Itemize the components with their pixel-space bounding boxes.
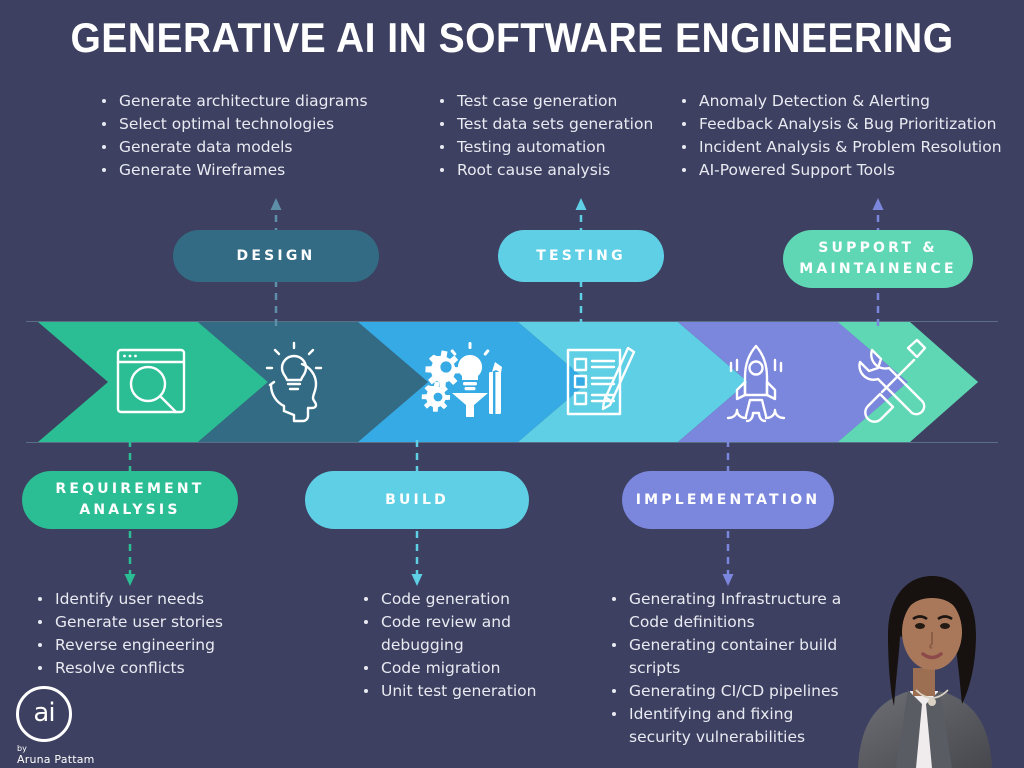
list-item-label: Reverse engineering (55, 636, 215, 654)
list-item: Code review and debugging (360, 611, 570, 657)
logo-ring-icon: ai (16, 686, 72, 742)
list-item-label: Test case generation (457, 92, 618, 110)
process-chevron-band (0, 320, 1024, 444)
list-item: AI-Powered Support Tools (678, 159, 1018, 182)
list-item: Resolve conflicts (34, 657, 284, 680)
list-item: Select optimal technologies (98, 113, 418, 136)
logo-author-name: Aruna Pattam (17, 753, 95, 766)
list-item: Generate Wireframes (98, 159, 418, 182)
list-item: Feedback Analysis & Bug Prioritization (678, 113, 1018, 136)
list-item-label: Generating container build scripts (629, 636, 838, 677)
list-item-label: Identify user needs (55, 590, 204, 608)
list-item: Identify user needs (34, 588, 284, 611)
list-item: Anomaly Detection & Alerting (678, 90, 1018, 113)
author-portrait-photo (840, 560, 1024, 768)
list-item-label: Generating Infrastructure as Code defini… (629, 590, 850, 631)
stage-pill-support[interactable]: SUPPORT & MAINTAINENCE (783, 230, 973, 288)
list-item: Generate user stories (34, 611, 284, 634)
list-item-label: Code migration (381, 659, 501, 677)
list-item-label: Generate user stories (55, 613, 223, 631)
stage-pill-design[interactable]: DESIGN (173, 230, 379, 282)
stage-pill-implementation[interactable]: IMPLEMENTATION (622, 471, 834, 529)
list-support-capabilities: Anomaly Detection & Alerting Feedback An… (678, 90, 1018, 182)
brand-logo: ai by Aruna Pattam (12, 686, 112, 766)
list-item: Test case generation (436, 90, 676, 113)
list-requirement-capabilities: Identify user needs Generate user storie… (34, 588, 284, 680)
list-item-label: Testing automation (457, 138, 606, 156)
list-build-capabilities: Code generation Code review and debuggin… (360, 588, 570, 703)
list-item: Unit test generation (360, 680, 570, 703)
list-item: Test data sets generation (436, 113, 676, 136)
list-item-label: Code review and debugging (381, 613, 511, 654)
list-item: Code generation (360, 588, 570, 611)
list-implementation-capabilities: Generating Infrastructure as Code defini… (608, 588, 858, 749)
list-design-capabilities: Generate architecture diagrams Select op… (98, 90, 418, 182)
infographic-canvas: GENERATIVE AI IN SOFTWARE ENGINEERING Ge… (0, 0, 1024, 768)
list-item-label: Resolve conflicts (55, 659, 185, 677)
list-item: Testing automation (436, 136, 676, 159)
list-item-label: Generating CI/CD pipelines (629, 682, 839, 700)
list-item-label: Test data sets generation (457, 115, 654, 133)
stage-pill-testing[interactable]: TESTING (498, 230, 664, 282)
list-item: Generating container build scripts (608, 634, 858, 680)
list-item-label: Generate Wireframes (119, 161, 286, 179)
list-item: Identifying and fixing security vulnerab… (608, 703, 858, 749)
list-item: Root cause analysis (436, 159, 676, 182)
logo-by-label: by (17, 744, 27, 753)
list-item-label: Generate data models (119, 138, 293, 156)
list-item: Generating CI/CD pipelines (608, 680, 858, 703)
list-item: Incident Analysis & Problem Resolution (678, 136, 1018, 159)
list-item-label: AI-Powered Support Tools (699, 161, 895, 179)
list-item: Generate data models (98, 136, 418, 159)
list-item-label: Identifying and fixing security vulnerab… (629, 705, 806, 746)
list-testing-capabilities: Test case generation Test data sets gene… (436, 90, 676, 182)
logo-mark-label: ai (33, 697, 55, 728)
list-item-label: Root cause analysis (457, 161, 611, 179)
list-item: Generate architecture diagrams (98, 90, 418, 113)
list-item: Code migration (360, 657, 570, 680)
list-item-label: Select optimal technologies (119, 115, 335, 133)
list-item: Generating Infrastructure as Code defini… (608, 588, 858, 634)
stage-pill-build[interactable]: BUILD (305, 471, 529, 529)
list-item-label: Anomaly Detection & Alerting (699, 92, 931, 110)
list-item-label: Generate architecture diagrams (119, 92, 368, 110)
list-item-label: Incident Analysis & Problem Resolution (699, 138, 1002, 156)
stage-pill-requirement-analysis[interactable]: REQUIREMENT ANALYSIS (22, 471, 238, 529)
list-item-label: Unit test generation (381, 682, 537, 700)
list-item-label: Code generation (381, 590, 510, 608)
page-title: GENERATIVE AI IN SOFTWARE ENGINEERING (70, 14, 954, 61)
list-item: Reverse engineering (34, 634, 284, 657)
list-item-label: Feedback Analysis & Bug Prioritization (699, 115, 997, 133)
